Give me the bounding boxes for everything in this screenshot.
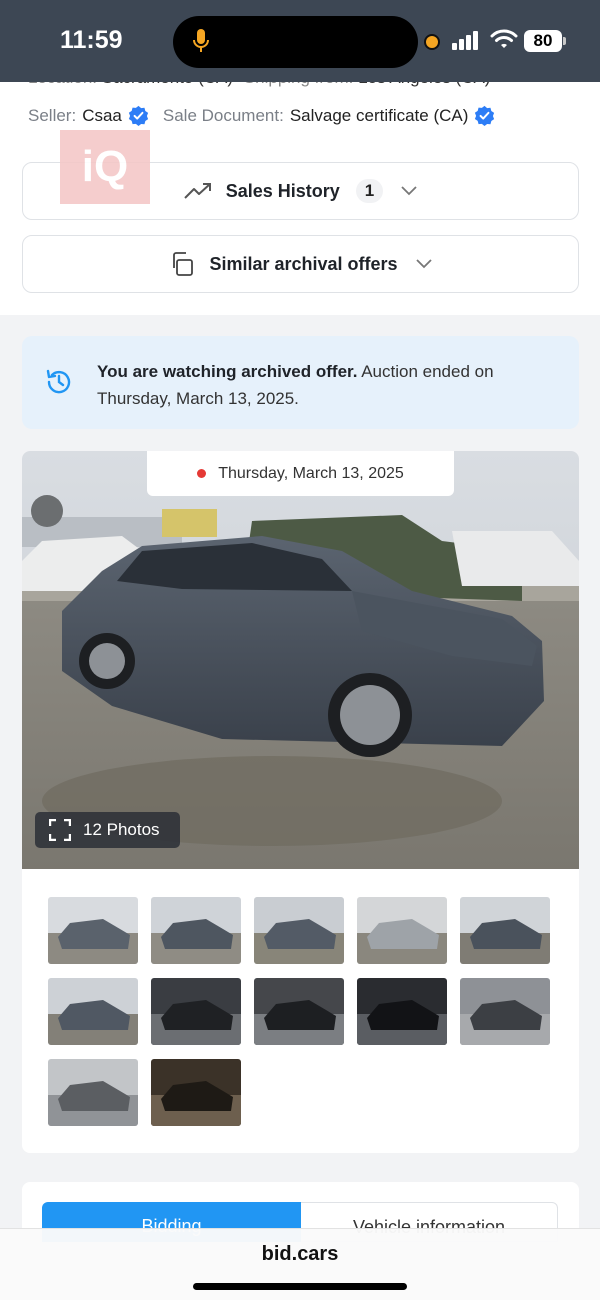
url-text: bid.cars [261, 1243, 339, 1265]
main-vehicle-photo[interactable] [22, 451, 579, 869]
dynamic-island [173, 16, 418, 68]
status-time: 11:59 [60, 26, 123, 54]
photo-thumbnail[interactable] [151, 1059, 241, 1126]
copy-icon [173, 252, 194, 276]
seller-line: Seller: Csaa Sale Document: Salvage cert… [28, 105, 495, 126]
notice-text: You are watching archived offer. Auction… [97, 362, 494, 408]
photo-thumbnail[interactable] [460, 897, 550, 964]
photos-count-button[interactable]: 12 Photos [35, 812, 180, 848]
photos-count-label: 12 Photos [83, 820, 160, 839]
auction-date-chip: Thursday, March 13, 2025 [147, 451, 454, 496]
trending-up-icon [184, 183, 211, 199]
chevron-down-icon [415, 259, 432, 269]
photo-thumbnail[interactable] [48, 1059, 138, 1126]
sale-document-label: Sale Document: [162, 105, 284, 125]
similar-offers-button[interactable]: Similar archival offers [22, 235, 579, 293]
photo-gallery-card: Thursday, March 13, 2025 12 Photos [22, 451, 579, 1153]
seller-value: Csaa [82, 105, 122, 125]
photo-thumbnail[interactable] [151, 978, 241, 1045]
cellular-signal-icon [452, 31, 478, 50]
photo-thumbnail[interactable] [460, 978, 550, 1045]
microphone-icon [193, 29, 209, 52]
sale-document-value: Salvage certificate (CA) [289, 105, 469, 125]
wifi-icon [490, 29, 518, 48]
similar-offers-label: Similar archival offers [209, 253, 398, 274]
browser-address-bar[interactable]: bid.cars [0, 1228, 600, 1300]
photo-thumbnail[interactable] [357, 897, 447, 964]
archived-notice: You are watching archived offer. Auction… [22, 336, 579, 429]
sales-history-label: Sales History [225, 180, 340, 201]
home-indicator[interactable] [193, 1283, 407, 1290]
photo-thumbnail[interactable] [48, 897, 138, 964]
seller-label: Seller: [28, 105, 77, 125]
sales-history-count: 1 [355, 179, 384, 203]
history-icon [46, 369, 71, 394]
photo-thumbnail[interactable] [254, 897, 344, 964]
verified-badge-icon [475, 105, 495, 126]
photo-thumbnail[interactable] [254, 978, 344, 1045]
verified-badge-icon [128, 105, 148, 126]
status-bar: 11:59 80 [0, 0, 600, 82]
battery-cap [563, 37, 566, 45]
battery-icon: 80 [524, 30, 562, 52]
chevron-down-icon [401, 186, 417, 196]
status-dot-icon [197, 469, 207, 478]
photo-thumbnail[interactable] [151, 897, 241, 964]
fullscreen-icon [49, 819, 71, 841]
iq-watermark-logo: iQ [60, 130, 150, 204]
photo-thumbnail[interactable] [357, 978, 447, 1045]
camera-indicator-icon [426, 36, 438, 48]
auction-date: Thursday, March 13, 2025 [218, 464, 404, 482]
photo-thumbnail[interactable] [48, 978, 138, 1045]
